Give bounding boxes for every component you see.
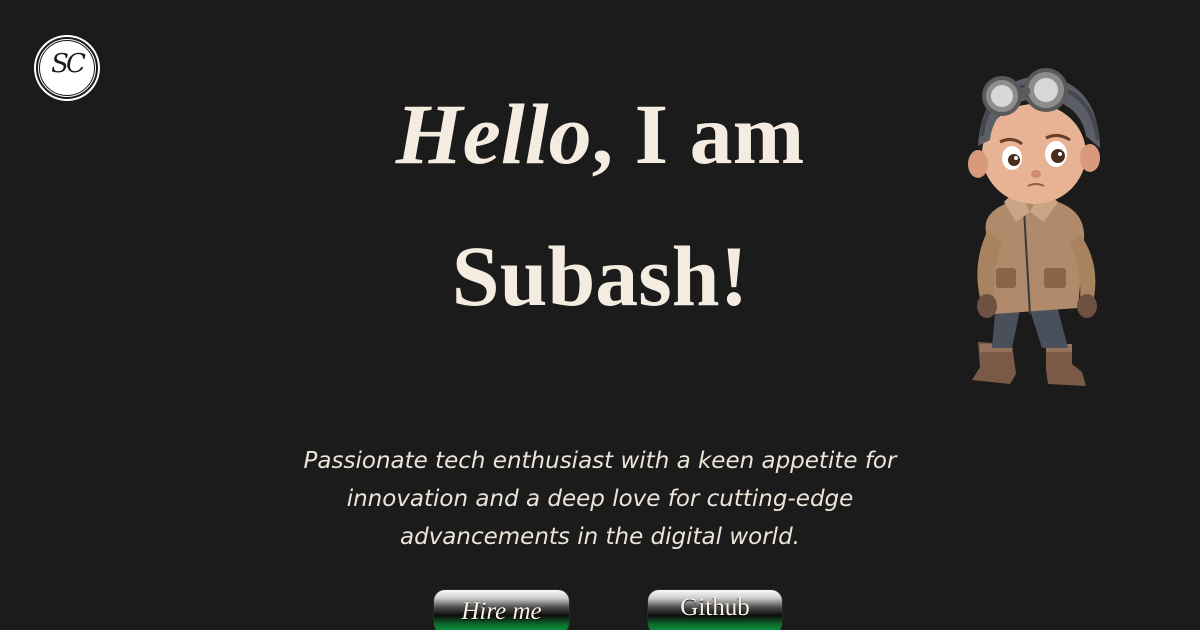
hero-page: SC Hello, I am Subash! Passionate tech e… xyxy=(0,0,1200,630)
github-button[interactable]: Github xyxy=(647,589,783,630)
hero-greeting-italic: Hello xyxy=(395,86,592,182)
hero-greeting-rest: , I am xyxy=(591,86,805,182)
aviator-character-illustration xyxy=(968,68,1100,386)
hero-tagline: Passionate tech enthusiast with a keen a… xyxy=(303,448,897,550)
logo-text: SC xyxy=(51,49,86,79)
hire-me-button[interactable]: Hire me xyxy=(433,589,570,630)
